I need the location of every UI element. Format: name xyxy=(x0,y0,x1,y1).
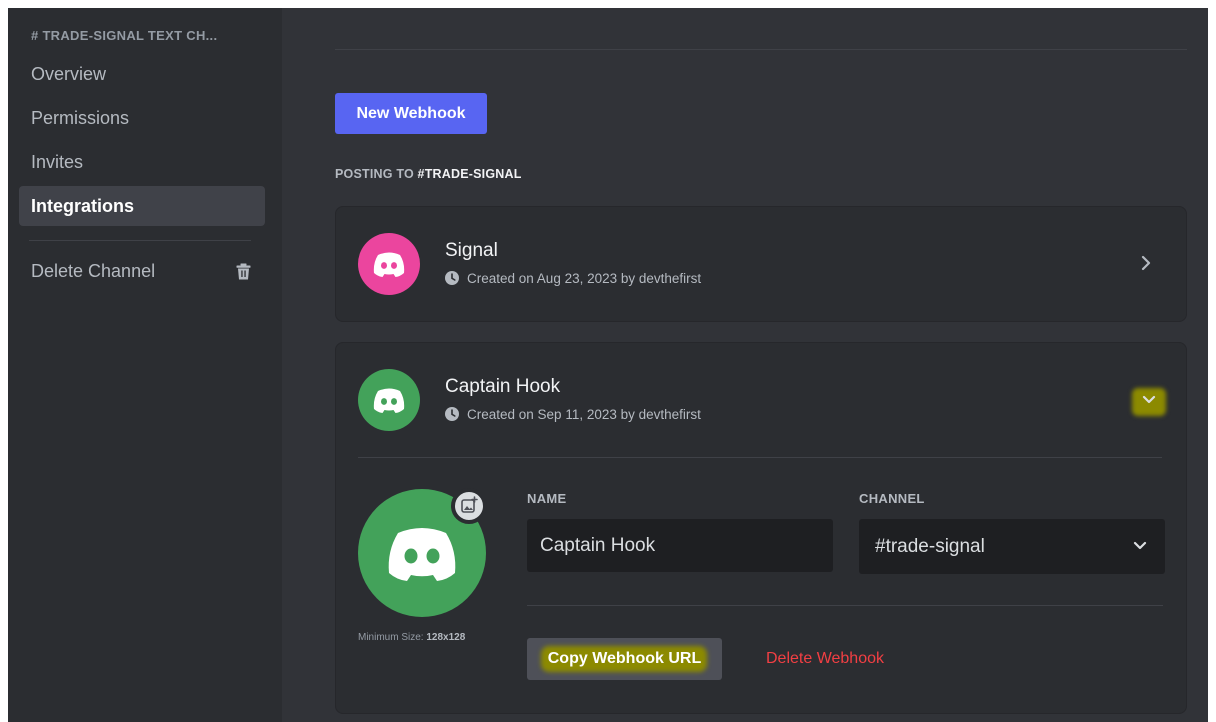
min-size-label: Minimum Size: xyxy=(358,632,427,643)
webhook-created-info: Created on Aug 23, 2023 by devthefirst xyxy=(445,271,701,286)
section-divider xyxy=(335,49,1187,50)
sidebar-item-permissions[interactable]: Permissions xyxy=(19,98,265,138)
settings-sidebar: # TRADE-SIGNAL TEXT CH... Overview Permi… xyxy=(8,8,282,722)
delete-webhook-button[interactable]: Delete Webhook xyxy=(738,638,912,680)
card-divider xyxy=(358,457,1162,458)
webhook-name-input[interactable]: Captain Hook xyxy=(527,519,833,572)
sidebar-item-label: Invites xyxy=(31,152,84,172)
sidebar-item-label: Overview xyxy=(31,64,107,84)
sidebar-item-label: Integrations xyxy=(31,196,135,216)
min-size-hint: Minimum Size: 128x128 xyxy=(358,632,465,643)
sidebar-item-integrations[interactable]: Integrations xyxy=(19,186,265,226)
sidebar-item-label: Delete Channel xyxy=(31,261,156,281)
sidebar-item-invites[interactable]: Invites xyxy=(19,142,265,182)
sidebar-divider xyxy=(29,240,251,241)
name-field-label: NAME xyxy=(527,491,567,506)
posting-to-heading: POSTING TO #TRADE-SIGNAL xyxy=(335,167,522,181)
clock-icon xyxy=(445,407,459,422)
trash-icon xyxy=(236,263,251,280)
add-image-icon xyxy=(461,496,478,513)
sidebar-item-label: Permissions xyxy=(31,108,130,128)
avatar xyxy=(358,233,420,295)
integrations-panel: New Webhook POSTING TO #TRADE-SIGNAL Sig… xyxy=(282,8,1208,722)
discord-logo-icon xyxy=(373,252,405,277)
posting-prefix: POSTING TO xyxy=(335,167,418,181)
posting-channel: #TRADE-SIGNAL xyxy=(417,167,522,181)
channel-select[interactable]: #trade-signal xyxy=(859,519,1165,574)
delete-channel-button[interactable]: Delete Channel xyxy=(19,251,265,291)
webhook-card-signal[interactable]: Signal Created on Aug 23, 2023 by devthe… xyxy=(335,206,1187,322)
webhook-name: Captain Hook xyxy=(445,376,561,397)
sidebar-item-overview[interactable]: Overview xyxy=(19,54,265,94)
discord-logo-icon xyxy=(373,388,405,413)
form-divider xyxy=(527,605,1163,606)
channel-settings-header: # TRADE-SIGNAL TEXT CH... xyxy=(31,28,218,43)
copy-webhook-url-button[interactable]: Copy Webhook URL xyxy=(527,638,722,680)
upload-image-button[interactable] xyxy=(451,488,487,524)
new-webhook-button[interactable]: New Webhook xyxy=(335,93,487,134)
clock-icon xyxy=(445,271,459,286)
webhook-card-captain-hook: Captain Hook Created on Sep 11, 2023 by … xyxy=(335,342,1187,714)
copy-webhook-url-label: Copy Webhook URL xyxy=(547,650,702,667)
webhook-created-text: Created on Aug 23, 2023 by devthefirst xyxy=(467,271,702,286)
chevron-down-icon[interactable] xyxy=(1141,394,1157,406)
avatar xyxy=(358,369,420,431)
chevron-right-icon[interactable] xyxy=(1139,254,1153,272)
channel-select-value: #trade-signal xyxy=(875,536,985,557)
webhook-created-text: Created on Sep 11, 2023 by devthefirst xyxy=(467,407,701,422)
min-size-value: 128x128 xyxy=(426,632,466,643)
webhook-created-info: Created on Sep 11, 2023 by devthefirst xyxy=(445,407,701,422)
channel-field-label: CHANNEL xyxy=(859,491,925,506)
webhook-name: Signal xyxy=(445,240,498,261)
app-window: # TRADE-SIGNAL TEXT CH... Overview Permi… xyxy=(8,8,1208,722)
chevron-down-icon xyxy=(1133,541,1147,550)
